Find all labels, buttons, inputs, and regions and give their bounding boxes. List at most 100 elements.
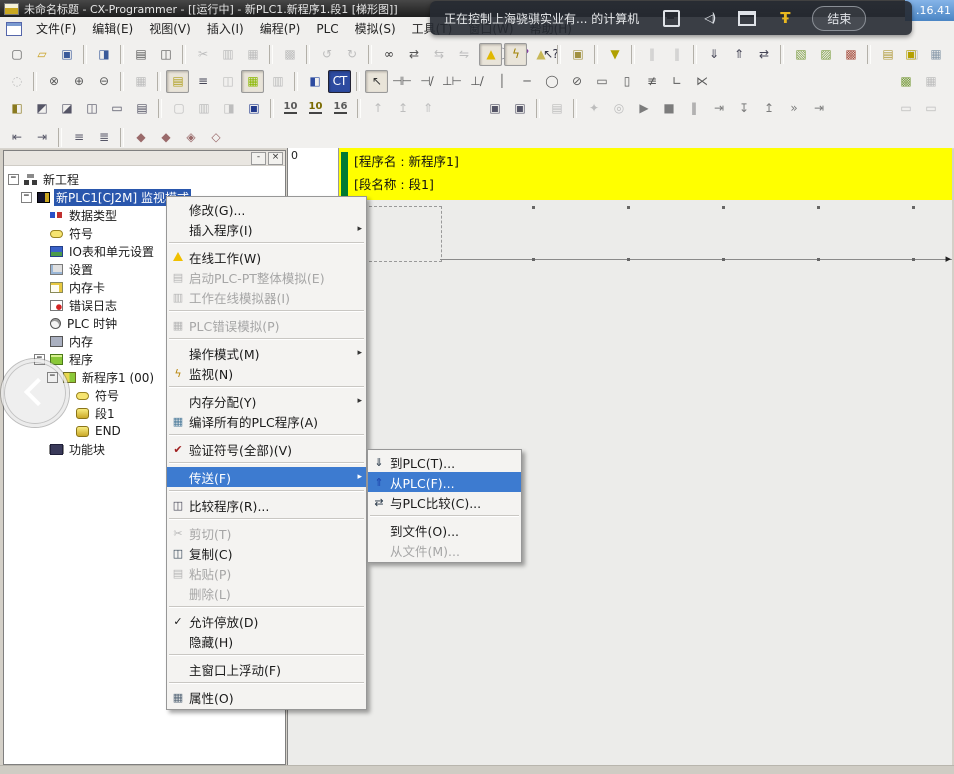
io-comment-icon[interactable]: ▭ bbox=[105, 97, 128, 120]
compare-with-plc-icon[interactable]: ⇄ bbox=[752, 43, 775, 66]
transfer-warning-icon[interactable]: ▼ bbox=[603, 43, 626, 66]
menu-item-3[interactable]: 在线工作(W) bbox=[167, 247, 366, 267]
online-edit-icon[interactable]: ▣ bbox=[566, 43, 589, 66]
sim-continuous-step-icon[interactable]: » bbox=[782, 97, 805, 120]
remote-back-overlay[interactable] bbox=[1, 359, 69, 427]
open-file-icon[interactable]: ▱ bbox=[30, 43, 53, 66]
document-window-icon[interactable] bbox=[6, 22, 22, 36]
tree-item-label[interactable]: 内存卡 bbox=[67, 279, 107, 296]
menu-item-27[interactable]: 隐藏(H) bbox=[167, 631, 366, 651]
menu-item-15[interactable]: ✔验证符号(全部)(V) bbox=[167, 439, 366, 459]
horizontal-line-icon[interactable]: ─ bbox=[515, 70, 538, 93]
zoom-out-icon[interactable]: ⊖ bbox=[92, 70, 115, 93]
panel-dock-button[interactable]: - bbox=[251, 152, 266, 165]
sim-pause-icon[interactable]: ‖ bbox=[682, 97, 705, 120]
menubar-item-4[interactable]: 编程(P) bbox=[252, 16, 309, 41]
menu-item-2[interactable]: ⇄与PLC比较(C)... bbox=[368, 492, 521, 512]
tree-item-label[interactable]: 程序 bbox=[67, 351, 95, 368]
menubar-item-3[interactable]: 插入(I) bbox=[199, 16, 252, 41]
sim-scan-run-icon[interactable]: ⇥ bbox=[807, 97, 830, 120]
menu-item-0[interactable]: 修改(G)... bbox=[167, 199, 366, 219]
tree-item-label[interactable]: 新工程 bbox=[41, 171, 81, 188]
new-file-icon[interactable]: ▢ bbox=[5, 43, 28, 66]
menu-item-4[interactable]: 到文件(O)... bbox=[368, 520, 521, 540]
save-icon[interactable]: ▣ bbox=[55, 43, 78, 66]
pou-icon[interactable]: ▩ bbox=[894, 70, 917, 93]
tree-item-label[interactable]: 错误日志 bbox=[67, 297, 119, 314]
invert-icon[interactable]: ≢ bbox=[640, 70, 663, 93]
menu-item-1[interactable]: ⇑从PLC(F)... bbox=[368, 472, 521, 492]
mnemonics-window-icon[interactable]: ◪ bbox=[55, 97, 78, 120]
compile-icon[interactable]: ▧ bbox=[789, 43, 812, 66]
transfer-settings-icon[interactable]: ▣ bbox=[508, 97, 531, 120]
coil-icon[interactable]: ◯ bbox=[540, 70, 563, 93]
menu-item-13[interactable]: ▦编译所有的PLC程序(A) bbox=[167, 411, 366, 431]
menu-item-9[interactable]: 操作模式(M) bbox=[167, 343, 366, 363]
replace-icon[interactable]: ⇄ bbox=[402, 43, 425, 66]
menubar-item-5[interactable]: PLC bbox=[308, 18, 346, 40]
menu-item-26[interactable]: 允许停放(D) bbox=[167, 611, 366, 631]
tree-item-0[interactable]: 新工程 bbox=[4, 170, 285, 188]
block-list-icon[interactable]: ≡ bbox=[67, 126, 90, 149]
menu-item-12[interactable]: 内存分配(Y) bbox=[167, 391, 366, 411]
indent-left-icon[interactable]: ⇤ bbox=[5, 126, 28, 149]
verify-icon[interactable]: ▩ bbox=[839, 43, 862, 66]
ct-view-icon[interactable]: CT bbox=[328, 70, 351, 93]
bookmark-next-icon[interactable]: ◆ bbox=[154, 126, 177, 149]
symbols-window-icon[interactable]: ◫ bbox=[80, 97, 103, 120]
angle-icon[interactable]: ∟ bbox=[665, 70, 688, 93]
window-toggle-icon[interactable] bbox=[738, 11, 756, 26]
find-replace-icon[interactable]: ◨ bbox=[92, 43, 115, 66]
rung-comment-icon[interactable]: ▤ bbox=[166, 70, 189, 93]
print-preview-icon[interactable]: ◫ bbox=[154, 43, 177, 66]
find-icon[interactable]: ∞ bbox=[377, 43, 400, 66]
instruction-nc-icon[interactable]: ▯ bbox=[615, 70, 638, 93]
tree-item-label[interactable]: PLC 时钟 bbox=[65, 315, 119, 332]
tree-item-label[interactable]: 功能块 bbox=[67, 441, 107, 458]
diagram-window-icon[interactable]: ◩ bbox=[30, 97, 53, 120]
speaker-icon[interactable] bbox=[704, 11, 714, 25]
tree-item-label[interactable]: 符号 bbox=[67, 225, 95, 242]
coil-nc-icon[interactable]: ⊘ bbox=[565, 70, 588, 93]
symbol-list-icon[interactable]: ≡ bbox=[191, 70, 214, 93]
sim-run-icon[interactable]: ▶ bbox=[632, 97, 655, 120]
smart-input-icon[interactable]: ◧ bbox=[303, 70, 326, 93]
work-online-icon[interactable]: ▲ bbox=[479, 43, 502, 66]
io-table-button-icon[interactable]: ▤ bbox=[876, 43, 899, 66]
menubar-item-6[interactable]: 模拟(S) bbox=[347, 16, 404, 41]
delete-tool-icon[interactable]: ⋉ bbox=[690, 70, 713, 93]
menubar-item-2[interactable]: 视图(V) bbox=[141, 16, 199, 41]
select-tool-icon[interactable]: ↖ bbox=[365, 70, 388, 93]
bookmark-prev-icon[interactable]: ◈ bbox=[179, 126, 202, 149]
bookmark-set-icon[interactable]: ◆ bbox=[129, 126, 152, 149]
upload-from-plc-icon[interactable]: ⇑ bbox=[727, 43, 750, 66]
contact-no-icon[interactable]: ⊣⊢ bbox=[390, 70, 413, 93]
menu-item-10[interactable]: ϟ监视(N) bbox=[167, 363, 366, 383]
menu-item-19[interactable]: ◫比较程序(R)... bbox=[167, 495, 366, 515]
vertical-line-icon[interactable]: │ bbox=[490, 70, 513, 93]
sim-step-out-icon[interactable]: ↥ bbox=[757, 97, 780, 120]
fullscreen-icon[interactable] bbox=[663, 10, 680, 27]
annotate-icon[interactable] bbox=[780, 9, 790, 27]
monitor-mode-icon[interactable]: ϟ bbox=[504, 43, 527, 66]
print-icon[interactable]: ▤ bbox=[129, 43, 152, 66]
menu-item-0[interactable]: ⇓到PLC(T)... bbox=[368, 452, 521, 472]
transfer-program-icon[interactable]: ▣ bbox=[483, 97, 506, 120]
zoom-reset-icon[interactable]: ⊗ bbox=[42, 70, 65, 93]
menubar-item-0[interactable]: 文件(F) bbox=[28, 16, 84, 41]
contact-or-no-icon[interactable]: ⊥⊢ bbox=[440, 70, 463, 93]
download-to-plc-icon[interactable]: ⇓ bbox=[702, 43, 725, 66]
tree-item-label[interactable]: 数据类型 bbox=[67, 207, 119, 224]
collapse-icon[interactable] bbox=[21, 192, 32, 203]
collapse-icon[interactable] bbox=[8, 174, 19, 185]
block-outline-icon[interactable]: ≣ bbox=[92, 126, 115, 149]
menu-item-17[interactable]: 传送(F) bbox=[167, 467, 366, 487]
sim-stop-icon[interactable]: ■ bbox=[657, 97, 680, 120]
sim-step-in-icon[interactable]: ↧ bbox=[732, 97, 755, 120]
menubar-item-1[interactable]: 编辑(E) bbox=[84, 16, 141, 41]
panel-close-button[interactable]: × bbox=[268, 152, 283, 165]
monitor-signed-decimal-icon[interactable]: 10 bbox=[304, 97, 327, 120]
zoom-in-icon[interactable]: ⊕ bbox=[67, 70, 90, 93]
contact-nc-icon[interactable]: ⊣∕ bbox=[415, 70, 438, 93]
tree-item-label[interactable]: END bbox=[93, 424, 123, 438]
